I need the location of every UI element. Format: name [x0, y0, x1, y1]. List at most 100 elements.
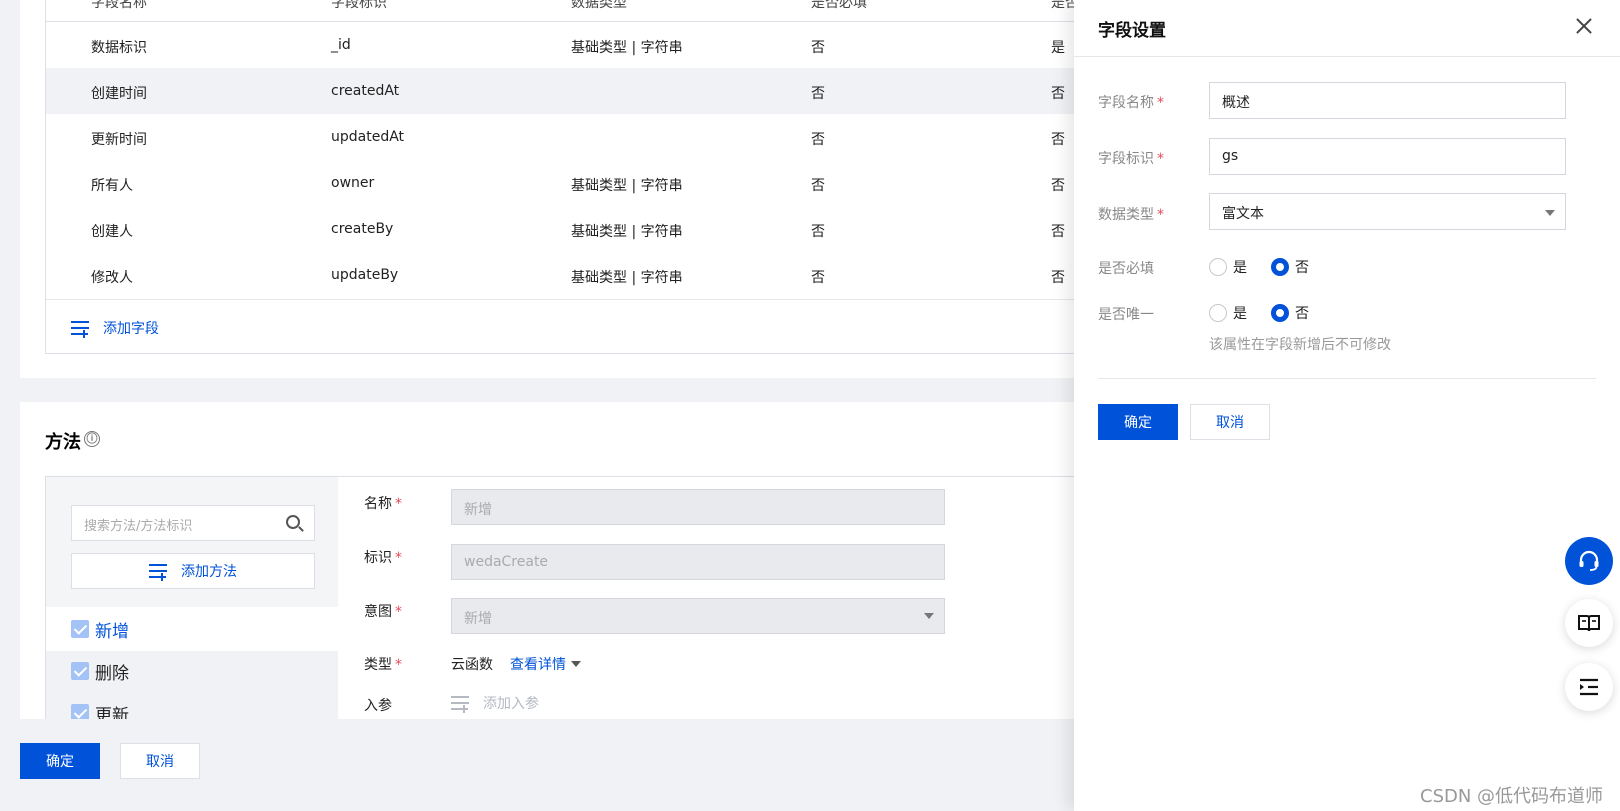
- list-add-icon: [451, 695, 469, 713]
- cell-required: 否: [811, 132, 825, 148]
- method-item-update[interactable]: 更新: [46, 691, 338, 719]
- unique-yes-radio[interactable]: 是: [1209, 303, 1247, 323]
- data-type-select[interactable]: 富文本: [1209, 193, 1566, 230]
- outline-list-icon: [1580, 678, 1598, 696]
- add-method-label: 添加方法: [181, 564, 237, 580]
- header-data-type: 数据类型: [571, 0, 627, 11]
- cell-required: 否: [811, 40, 825, 56]
- unique-hint: 该属性在字段新增后不可修改: [1209, 337, 1391, 353]
- method-item-label: 更新: [95, 705, 129, 720]
- field-settings-drawer: 字段设置 字段名称 * 概述 字段标识 * gs 数据类型 * 富文本 是否必填 是 …: [1074, 0, 1620, 811]
- cell-name: 数据标识: [91, 40, 147, 56]
- type-value: 云函数: [451, 657, 493, 673]
- close-icon[interactable]: [1574, 16, 1594, 36]
- method-name-input[interactable]: 新增: [451, 489, 945, 525]
- field-name-input[interactable]: 概述: [1209, 82, 1566, 119]
- checkbox-icon[interactable]: [71, 620, 89, 638]
- methods-sidebar: 搜索方法/方法标识 添加方法 新增 删除 更新: [46, 477, 338, 719]
- cell-id: updatedAt: [331, 129, 405, 145]
- type-label: 类型 *: [364, 657, 402, 673]
- fields-table: 字段名称 字段标识 数据类型 是否必填 是否 数据标识 _id 基础类型 | 字…: [45, 0, 1120, 354]
- table-row[interactable]: 修改人 updateBy 基础类型 | 字符串 否 否: [46, 252, 1120, 300]
- cell-name: 修改人: [91, 270, 133, 286]
- chevron-down-icon: [1545, 210, 1555, 216]
- params-label: 入参: [364, 698, 392, 714]
- intent-label: 意图 *: [364, 604, 402, 620]
- data-type-label: 数据类型 *: [1098, 207, 1164, 223]
- field-id-input[interactable]: gs: [1209, 138, 1566, 175]
- cell-unique: 否: [1051, 178, 1065, 194]
- header-required: 是否必填: [811, 0, 867, 11]
- table-row[interactable]: 数据标识 _id 基础类型 | 字符串 否 是: [46, 22, 1120, 70]
- outline-button[interactable]: [1565, 663, 1613, 711]
- cell-id: updateBy: [331, 267, 399, 283]
- required-yes-radio[interactable]: 是: [1209, 257, 1247, 277]
- cell-required: 否: [811, 270, 825, 286]
- cell-name: 更新时间: [91, 132, 147, 148]
- required-label: 是否必填: [1098, 261, 1154, 277]
- headset-icon: [1579, 550, 1599, 571]
- cell-id: _id: [331, 37, 351, 53]
- drawer-title: 字段设置: [1098, 21, 1166, 41]
- add-field-label: 添加字段: [103, 321, 159, 337]
- info-icon[interactable]: ⓘ: [84, 431, 100, 447]
- cell-unique: 是: [1051, 40, 1065, 56]
- required-no-radio[interactable]: 否: [1271, 257, 1309, 277]
- header-field-id: 字段标识: [331, 0, 387, 11]
- customer-service-button[interactable]: [1565, 537, 1613, 585]
- cell-type: 基础类型 | 字符串: [571, 178, 683, 194]
- unique-label: 是否唯一: [1098, 307, 1154, 323]
- header-field-name: 字段名称: [91, 0, 147, 11]
- cell-type: 基础类型 | 字符串: [571, 40, 683, 56]
- id-label: 标识 *: [364, 550, 402, 566]
- add-method-button[interactable]: 添加方法: [71, 553, 315, 589]
- view-details-link[interactable]: 查看详情: [510, 654, 566, 674]
- cell-name: 创建人: [91, 224, 133, 240]
- table-row[interactable]: 更新时间 updatedAt 否 否: [46, 114, 1120, 162]
- method-search-input[interactable]: 搜索方法/方法标识: [71, 505, 315, 541]
- search-placeholder: 搜索方法/方法标识: [84, 519, 193, 534]
- cancel-button[interactable]: 取消: [120, 743, 200, 779]
- add-param-button[interactable]: 添加入参: [451, 693, 539, 713]
- method-id-input[interactable]: wedaCreate: [451, 544, 945, 580]
- field-name-label: 字段名称 *: [1098, 95, 1164, 111]
- cell-required: 否: [811, 224, 825, 240]
- name-label: 名称 *: [364, 496, 402, 512]
- watermark: CSDN @低代码布道师: [1420, 786, 1604, 807]
- method-item-delete[interactable]: 删除: [46, 649, 338, 693]
- cell-unique: 否: [1051, 132, 1065, 148]
- methods-panel: 搜索方法/方法标识 添加方法 新增 删除 更新 名称 * 新增 标识 * wed…: [45, 476, 1120, 719]
- add-param-label: 添加入参: [483, 696, 539, 712]
- cell-required: 否: [811, 86, 825, 102]
- method-item-create[interactable]: 新增: [46, 607, 338, 651]
- method-intent-select[interactable]: 新增: [451, 598, 945, 634]
- field-id-label: 字段标识 *: [1098, 151, 1164, 167]
- method-item-label: 删除: [95, 663, 129, 684]
- unique-no-radio[interactable]: 否: [1271, 303, 1309, 323]
- book-icon: [1578, 615, 1600, 632]
- methods-card: 方法 ⓘ 搜索方法/方法标识 添加方法 新增 删除 更新 名称 * 新增 标识 …: [20, 402, 1120, 719]
- docs-button[interactable]: [1565, 599, 1613, 647]
- checkbox-icon[interactable]: [71, 704, 89, 719]
- cell-id: createdAt: [331, 83, 400, 99]
- cell-id: owner: [331, 175, 375, 191]
- checkbox-icon[interactable]: [71, 662, 89, 680]
- list-add-icon: [71, 320, 89, 338]
- chevron-down-icon[interactable]: [571, 661, 581, 667]
- cell-required: 否: [811, 178, 825, 194]
- cell-name: 所有人: [91, 178, 133, 194]
- cell-id: createBy: [331, 221, 394, 237]
- table-row[interactable]: 创建时间 createdAt 否 否: [46, 68, 1120, 116]
- drawer-cancel-button[interactable]: 取消: [1190, 404, 1270, 440]
- confirm-button[interactable]: 确定: [20, 743, 100, 779]
- table-row[interactable]: 创建人 createBy 基础类型 | 字符串 否 否: [46, 206, 1120, 254]
- methods-title: 方法: [45, 432, 81, 453]
- cell-name: 创建时间: [91, 86, 147, 102]
- table-header: 字段名称 字段标识 数据类型 是否必填 是否: [46, 0, 1120, 22]
- method-item-label: 新增: [95, 621, 129, 642]
- drawer-confirm-button[interactable]: 确定: [1098, 404, 1178, 440]
- cell-unique: 否: [1051, 86, 1065, 102]
- table-row[interactable]: 所有人 owner 基础类型 | 字符串 否 否: [46, 160, 1120, 208]
- search-icon[interactable]: [286, 515, 300, 529]
- add-field-button[interactable]: 添加字段: [71, 317, 159, 339]
